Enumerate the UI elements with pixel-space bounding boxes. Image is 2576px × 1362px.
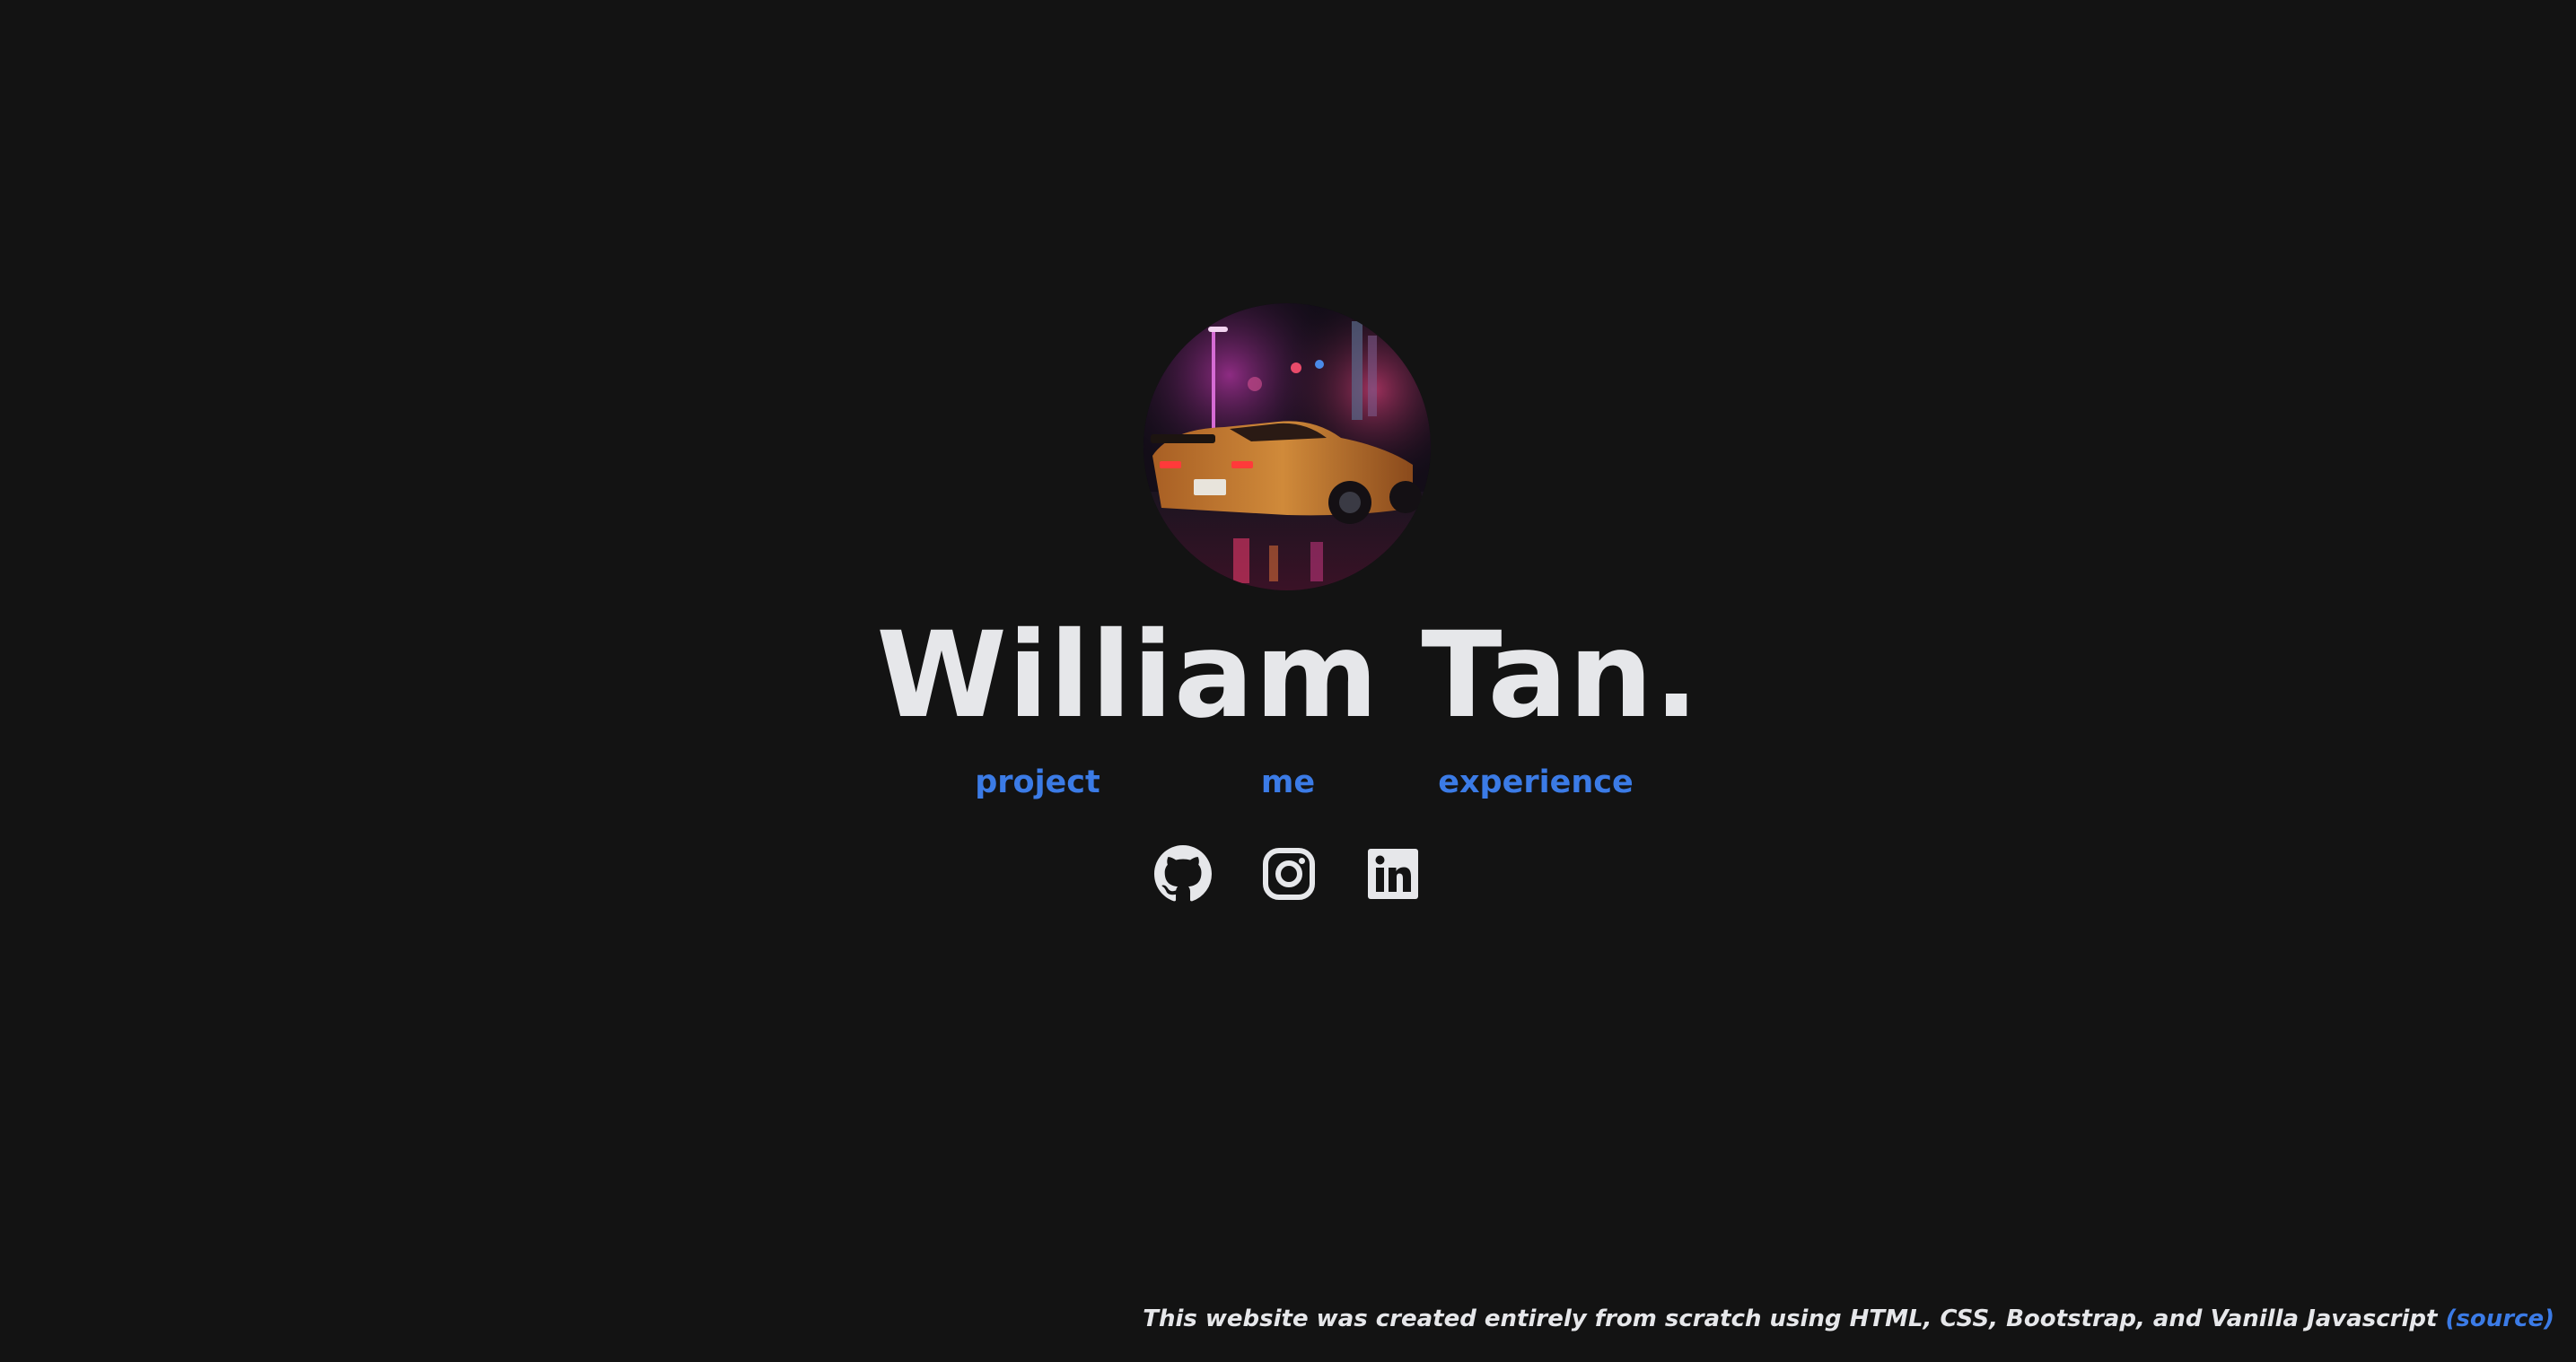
instagram-link[interactable] <box>1260 845 1318 903</box>
nav-link-me[interactable]: me <box>1248 761 1328 804</box>
nav-link-experience[interactable]: experience <box>1436 761 1635 804</box>
instagram-icon <box>1263 848 1315 900</box>
nav-link-project[interactable]: project <box>969 761 1106 804</box>
page-title: William Tan. <box>876 607 1700 745</box>
footer-text: This website was created entirely from s… <box>1143 1305 2446 1332</box>
linkedin-link[interactable] <box>1364 845 1422 903</box>
github-link[interactable] <box>1154 845 1212 903</box>
footer-credit: This website was created entirely from s… <box>1143 1299 2554 1339</box>
page: William Tan. project me experience This … <box>0 0 2576 1362</box>
github-icon <box>1154 845 1212 902</box>
source-link[interactable]: (source) <box>2446 1305 2554 1332</box>
car-photo-image <box>1143 303 1431 590</box>
linkedin-icon <box>1368 849 1418 899</box>
profile-avatar <box>1143 303 1431 590</box>
